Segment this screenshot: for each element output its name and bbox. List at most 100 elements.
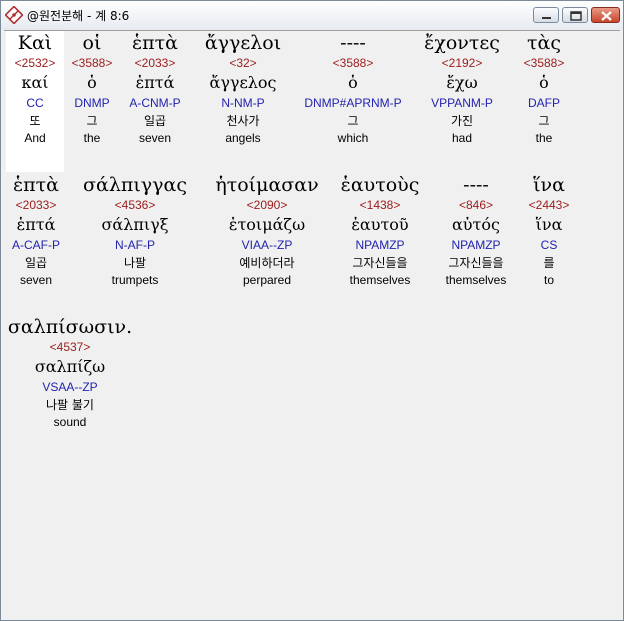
word-block[interactable]: ἄγγελοι <32> ἄγγελος N-NM-P 천사가 angels [188, 31, 298, 147]
lemma: ἵνα [535, 215, 563, 234]
parsing-code: CC [26, 96, 44, 110]
strong-number: <2033> [134, 56, 176, 70]
greek-word: ἔχοντες [424, 32, 500, 54]
word-block[interactable]: Καὶ <2532> καί CC 또 And [6, 31, 64, 172]
greek-word: ἄγγελοι [204, 32, 282, 54]
close-icon [601, 11, 612, 21]
korean-gloss: 일곱 [24, 256, 48, 270]
strong-number: <4537> [49, 340, 91, 354]
korean-gloss: 를 [543, 256, 555, 270]
korean-gloss: 나팔 [123, 256, 147, 270]
strong-number: <846> [458, 198, 494, 212]
word-block[interactable]: ---- <3588> ὁ DNMP#APRNM-P 그 which [298, 31, 408, 147]
lemma: ὁ [539, 73, 549, 92]
english-gloss: to [543, 273, 554, 287]
korean-gloss: 천사가 [226, 114, 260, 128]
word-block[interactable]: ἡτοίμασαν <2090> ἑτοιμάζω VIAA--ZP 예비하더라… [202, 173, 332, 289]
lemma: σαλπίζω [34, 357, 106, 376]
word-block[interactable]: ἔχοντες <2192> ἔχω VPPANM-P 가진 had [408, 31, 516, 147]
title-bar[interactable]: @원전분해 - 계 8:6 [1, 1, 623, 30]
lemma: αὐτός [452, 215, 500, 234]
word-block[interactable]: σαλπίσωσιν. <4537> σαλπίζω VSAA--ZP 나팔 불… [6, 315, 134, 431]
korean-gloss: 예비하더라 [239, 256, 295, 270]
word-block[interactable]: οἱ <3588> ὁ DNMP 그 the [64, 31, 120, 147]
korean-gloss: 그 [347, 114, 359, 128]
strong-number: <2090> [246, 198, 288, 212]
strong-number: <2192> [441, 56, 483, 70]
english-gloss: the [83, 131, 101, 145]
korean-gloss: 그자신들을 [448, 256, 504, 270]
english-gloss: perpared [242, 273, 292, 287]
strong-number: <3588> [523, 56, 565, 70]
lemma: ἑτοιμάζω [228, 215, 306, 234]
parsing-code: DNMP#APRNM-P [304, 96, 402, 110]
app-window: @원전분해 - 계 8:6 Καὶ <2532> καί CC 또 And οἱ… [0, 0, 624, 621]
english-gloss: themselves [445, 273, 507, 287]
strong-number: <2532> [14, 56, 56, 70]
parsing-code: A-CAF-P [12, 238, 60, 252]
parsing-code: N-AF-P [115, 238, 155, 252]
lemma: ὁ [87, 73, 97, 92]
lemma: ἔχω [446, 73, 478, 92]
lemma: καί [21, 73, 49, 92]
minimize-icon [542, 17, 551, 19]
korean-gloss: 또 [29, 114, 41, 128]
greek-word: ---- [340, 32, 366, 54]
word-block[interactable]: τὰς <3588> ὁ DAFP 그 the [516, 31, 572, 147]
lemma: ὁ [348, 73, 358, 92]
parsing-code: N-NM-P [221, 96, 265, 110]
parsing-code: NPAMZP [355, 238, 405, 252]
word-block[interactable]: ἵνα <2443> ἵνα CS 를 to [518, 173, 580, 289]
korean-gloss: 그 [86, 114, 98, 128]
english-gloss: the [535, 131, 553, 145]
english-gloss: which [337, 131, 369, 145]
strong-number: <4536> [114, 198, 156, 212]
greek-word: σάλπιγγας [83, 174, 187, 196]
parsing-code: DAFP [527, 96, 560, 110]
greek-word: τὰς [527, 32, 561, 54]
parsing-code: A-CNM-P [129, 96, 181, 110]
lemma: ἄγγελος [209, 73, 277, 92]
parsing-code: CS [540, 238, 558, 252]
greek-word: Καὶ [17, 32, 53, 54]
parsing-code: DNMP [74, 96, 110, 110]
strong-number: <2443> [528, 198, 570, 212]
lemma: ἑπτά [135, 73, 175, 92]
english-gloss: And [24, 131, 46, 145]
window-title: @원전분해 - 계 8:6 [27, 9, 130, 23]
greek-word: ---- [463, 174, 489, 196]
word-block[interactable]: ἑπτὰ <2033> ἑπτά A-CNM-P 일곱 seven [122, 31, 188, 147]
word-block[interactable]: ἑπτὰ <2033> ἑπτά A-CAF-P 일곱 seven [6, 173, 66, 289]
interlinear-panel[interactable]: Καὶ <2532> καί CC 또 And οἱ <3588> ὁ DNMP… [4, 30, 620, 618]
parsing-code: VIAA--ZP [241, 238, 293, 252]
word-block[interactable]: ---- <846> αὐτός NPAMZP 그자신들을 themselves [428, 173, 524, 289]
english-gloss: seven [19, 273, 53, 287]
close-button[interactable] [591, 7, 620, 23]
korean-gloss: 그 [538, 114, 550, 128]
strong-number: <2033> [15, 198, 57, 212]
maximize-button[interactable] [562, 7, 588, 23]
lemma: ἑπτά [16, 215, 56, 234]
parsing-code: NPAMZP [451, 238, 501, 252]
parsing-code: VPPANM-P [431, 96, 493, 110]
korean-gloss: 일곱 [143, 114, 167, 128]
greek-word: οἱ [82, 32, 102, 54]
greek-word: ἵνα [533, 174, 565, 196]
english-gloss: seven [138, 131, 172, 145]
word-block[interactable]: σάλπιγγας <4536> σάλπιγξ N-AF-P 나팔 trump… [70, 173, 200, 289]
strong-number: <3588> [71, 56, 113, 70]
parsing-code: VSAA--ZP [42, 380, 98, 394]
greek-word: σαλπίσωσιν. [7, 316, 133, 338]
word-block[interactable]: ἑαυτοὺς <1438> ἑαυτοῦ NPAMZP 그자신들을 thems… [332, 173, 428, 289]
greek-word: ἡτοίμασαν [215, 174, 319, 196]
english-gloss: had [451, 131, 473, 145]
english-gloss: sound [53, 415, 87, 429]
minimize-button[interactable] [533, 7, 559, 23]
english-gloss: themselves [349, 273, 411, 287]
greek-word: ἑπτὰ [12, 174, 60, 196]
bible-app-icon [5, 6, 23, 24]
maximize-icon [570, 11, 582, 21]
korean-gloss: 가진 [450, 114, 474, 128]
english-gloss: trumpets [111, 273, 159, 287]
lemma: ἑαυτοῦ [351, 215, 409, 234]
